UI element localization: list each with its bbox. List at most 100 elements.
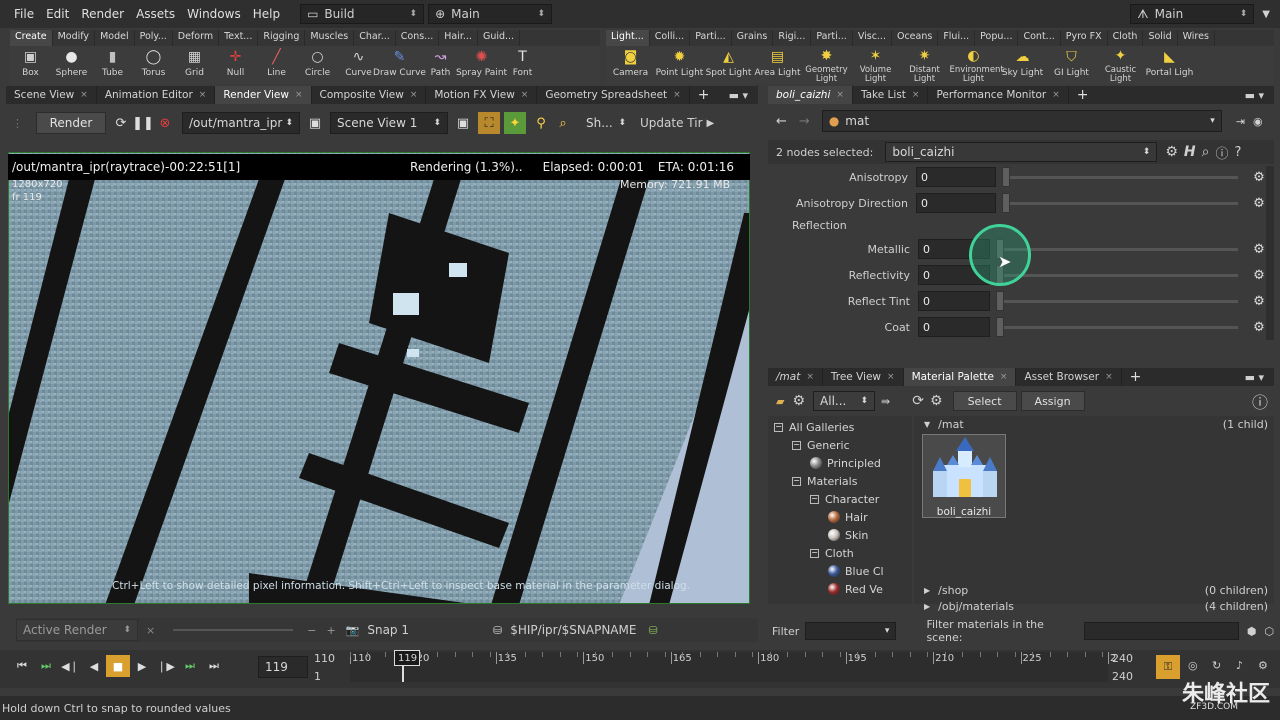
next-key-icon[interactable]: ❘▶: [154, 655, 178, 677]
shelf-tab-wires[interactable]: Wires: [1178, 30, 1215, 46]
preview-icon[interactable]: ✦: [504, 112, 526, 134]
network-selector[interactable]: ⊕ Main ⬍: [428, 4, 553, 24]
shelf-tab-deform[interactable]: Deform: [173, 30, 220, 46]
settings-icon[interactable]: ⚙: [1258, 659, 1268, 672]
menu-help[interactable]: Help: [247, 7, 286, 21]
shelf-tab-cont[interactable]: Cont...: [1018, 30, 1061, 46]
menu-windows[interactable]: Windows: [181, 7, 247, 21]
shelf-tool-area-light[interactable]: ▤ Area Light: [753, 46, 802, 84]
dropdown-icon[interactable]: ▼: [1262, 9, 1270, 20]
select-button[interactable]: Select: [952, 391, 1017, 411]
shelf-tab-flui[interactable]: Flui...: [938, 30, 976, 46]
reflectivity-slider[interactable]: [996, 264, 1238, 285]
folder-icon[interactable]: ⛁: [648, 624, 657, 637]
render-viewport[interactable]: [8, 152, 750, 604]
tab-tree-view[interactable]: Tree View ×: [823, 368, 904, 386]
realtime-icon[interactable]: ◎: [1188, 659, 1198, 672]
shelf-tool-distant-light[interactable]: ✷ Distant Light: [900, 46, 949, 84]
jump-end-icon[interactable]: ⏭: [202, 655, 226, 677]
tab-material-palette[interactable]: Material Palette ×: [903, 368, 1017, 386]
tab-scene-view[interactable]: Scene View ×: [6, 86, 97, 104]
gallery-filter-field[interactable]: All... ⬍: [813, 391, 876, 411]
menu-edit[interactable]: Edit: [40, 7, 75, 21]
audio-icon[interactable]: ♪: [1236, 659, 1243, 672]
shelf-tool-spot-light[interactable]: ◭ Spot Light: [704, 46, 753, 84]
stop-icon[interactable]: ■: [106, 655, 130, 677]
pin-icon[interactable]: ⇥: [1236, 115, 1245, 128]
shelf-tool-camera[interactable]: ◙ Camera: [606, 46, 655, 84]
reflect-tint-field[interactable]: 0: [918, 291, 990, 311]
render-button[interactable]: Render: [36, 112, 106, 134]
cube-icon[interactable]: ⬢: [1247, 625, 1257, 638]
gallery-item-character[interactable]: − Character: [768, 490, 912, 508]
camera-field[interactable]: Scene View 1 ⬍: [330, 112, 448, 134]
shelf-tool-torus[interactable]: ◯ Torus: [133, 46, 174, 84]
play-icon[interactable]: ▶: [130, 655, 154, 677]
range-end[interactable]: 240: [1112, 652, 1133, 665]
shelf-tool-volume-light[interactable]: ✶ Volume Light: [851, 46, 900, 84]
coat-slider[interactable]: [996, 316, 1238, 337]
metallic-slider[interactable]: [996, 238, 1238, 259]
desktop-selector[interactable]: ▭ Build ⬍: [300, 4, 425, 24]
menu-file[interactable]: File: [8, 7, 40, 21]
camera-snapshot-icon[interactable]: 📷: [346, 624, 360, 637]
info-icon[interactable]: ⓘ: [1215, 143, 1228, 162]
shelf-tool-gi-light[interactable]: ⛉ GI Light: [1047, 46, 1096, 84]
tab-take-list[interactable]: Take List ×: [853, 86, 929, 104]
shelf-tab-solid[interactable]: Solid: [1143, 30, 1178, 46]
shelf-tab-popu[interactable]: Popu...: [975, 30, 1019, 46]
pause-icon[interactable]: ❚❚: [132, 112, 154, 134]
network-path-field[interactable]: ● mat ▾: [821, 110, 1222, 132]
scene-filter-input[interactable]: [1083, 622, 1239, 640]
back-arrow-icon[interactable]: ←: [776, 114, 787, 129]
gallery-item-cloth[interactable]: − Cloth: [768, 544, 912, 562]
update-time-label[interactable]: Update Tir: [640, 116, 703, 130]
shelf-tool-point-light[interactable]: ✹ Point Light: [655, 46, 704, 84]
node-name-field[interactable]: boli_caizhi ⬍: [885, 142, 1158, 162]
shelf-tab-muscles[interactable]: Muscles: [305, 30, 355, 46]
gallery-item-hair[interactable]: Hair: [768, 508, 912, 526]
gear-icon[interactable]: ⚙: [1165, 144, 1178, 160]
help-icon[interactable]: ?: [1234, 145, 1241, 160]
shelf-tab-light[interactable]: Light...: [606, 30, 650, 46]
prev-key-icon[interactable]: ◀❘: [58, 655, 82, 677]
light-bulb-icon[interactable]: ⚲: [530, 112, 552, 134]
pane-menu-icon[interactable]: ▬ ▾: [1245, 89, 1264, 102]
shelf-tab-create[interactable]: Create: [10, 30, 53, 46]
current-frame-field[interactable]: 119: [258, 656, 308, 678]
anisotropy-field[interactable]: 0: [916, 167, 996, 187]
coat-field[interactable]: 0: [918, 317, 990, 337]
menu-assets[interactable]: Assets: [130, 7, 181, 21]
material-thumbnail[interactable]: boli_caizhi: [922, 434, 1006, 518]
gallery-item-skin[interactable]: Skin: [768, 526, 912, 544]
shelf-tool-line[interactable]: ╱ Line: [256, 46, 297, 84]
collapse-box-icon[interactable]: −: [792, 440, 801, 450]
arrow-right-icon[interactable]: ⇛: [881, 395, 890, 408]
shelf-tab-cons[interactable]: Cons...: [396, 30, 440, 46]
timeline-ruler[interactable]: 1101201351501651801952102252: [350, 652, 1116, 682]
tab-composite-view[interactable]: Composite View ×: [312, 86, 427, 104]
shelf-tab-pyro-fx[interactable]: Pyro FX: [1061, 30, 1108, 46]
shelf-tab-visc[interactable]: Visc...: [853, 30, 892, 46]
snapshot-slider[interactable]: [173, 629, 294, 631]
shelf-tool-draw-curve[interactable]: ✎ Draw Curve: [373, 46, 426, 84]
jump-start-icon[interactable]: ⏮: [10, 655, 34, 677]
anisotropy-slider[interactable]: [1002, 166, 1238, 187]
loop-icon[interactable]: ↻: [1212, 659, 1221, 672]
pane-menu-icon[interactable]: ▬ ▾: [1245, 371, 1264, 384]
objmat-section[interactable]: ▶ /obj/materials (4 children): [914, 598, 1274, 614]
range-start-2[interactable]: 1: [314, 670, 321, 683]
help-h-icon[interactable]: H: [1184, 144, 1196, 160]
folder-icon[interactable]: ▰: [776, 395, 784, 408]
shelf-tool-portal-ligh[interactable]: ◣ Portal Ligh: [1145, 46, 1194, 84]
shelf-tab-rigging[interactable]: Rigging: [258, 30, 306, 46]
camera-select-icon[interactable]: ▣: [452, 112, 474, 134]
refresh-icon[interactable]: ⟳: [110, 112, 132, 134]
shelf-tab-model[interactable]: Model: [95, 30, 135, 46]
arrow-right-icon[interactable]: ▶: [707, 118, 715, 129]
reflect-tint-slider[interactable]: [996, 290, 1238, 311]
shelf-tab-oceans[interactable]: Oceans: [892, 30, 939, 46]
shelf-tab-poly[interactable]: Poly...: [135, 30, 173, 46]
gear-icon[interactable]: ⚙: [792, 393, 805, 409]
render-region-icon[interactable]: ⛶: [478, 112, 500, 134]
